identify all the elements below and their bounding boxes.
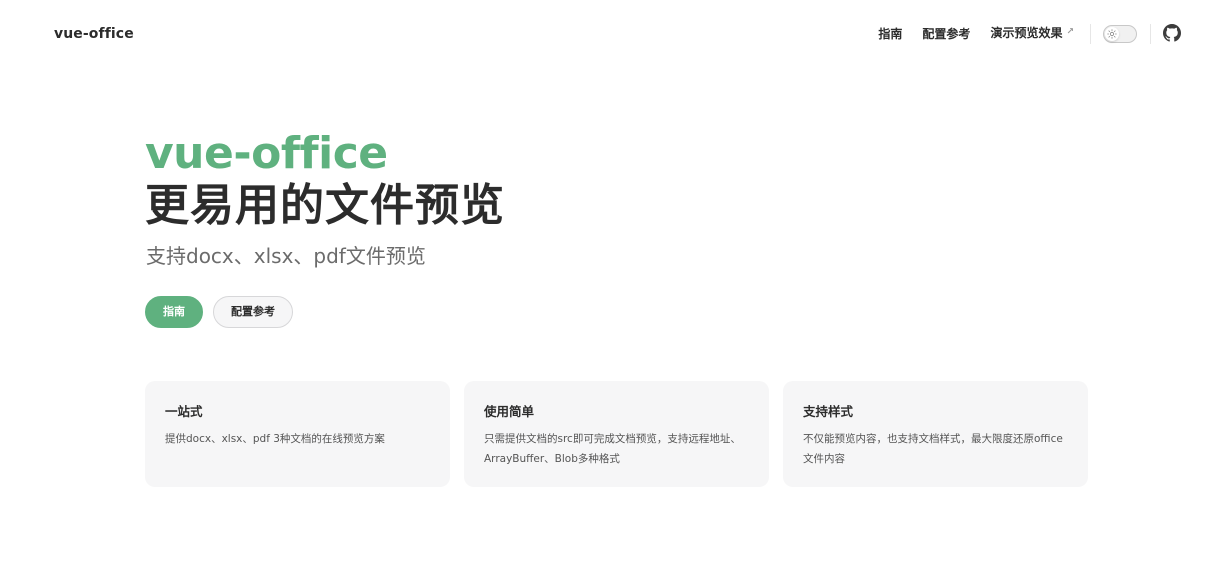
feature-title: 一站式 [165, 404, 203, 419]
github-icon[interactable] [1163, 24, 1181, 42]
hero-actions: 指南 配置参考 [145, 296, 293, 328]
hero-tagline: 支持docx、xlsx、pdf文件预览 [146, 244, 426, 268]
feature-card: 一站式 提供docx、xlsx、pdf 3种文档的在线预览方案 [145, 381, 450, 487]
features: 一站式 提供docx、xlsx、pdf 3种文档的在线预览方案 使用简单 只需提… [145, 381, 1088, 487]
feature-title: 使用简单 [484, 404, 535, 419]
feature-details: 不仅能预览内容，也支持文档样式，最大限度还原office文件内容 [803, 433, 1063, 465]
feature-details: 只需提供文档的src即可完成文档预览，支持远程地址、ArrayBuffer、Bl… [484, 433, 741, 465]
home-page: vue-office 指南 配置参考 演示预览效果 ↗ vue-office 更… [0, 0, 1232, 584]
nav-divider [1090, 24, 1091, 44]
feature-details: 提供docx、xlsx、pdf 3种文档的在线预览方案 [165, 433, 385, 445]
nav-link-demo-label: 演示预览效果 [990, 26, 1063, 40]
feature-card: 使用简单 只需提供文档的src即可完成文档预览，支持远程地址、ArrayBuff… [464, 381, 769, 487]
nav-link-config[interactable]: 配置参考 [922, 24, 970, 44]
sun-icon [1107, 29, 1117, 39]
theme-toggle[interactable] [1103, 25, 1137, 43]
hero-text: 更易用的文件预览 [145, 180, 505, 231]
nav-divider [1150, 24, 1151, 44]
theme-toggle-knob [1105, 27, 1119, 41]
nav-link-guide[interactable]: 指南 [878, 24, 902, 44]
nav-links: 指南 配置参考 演示预览效果 ↗ [858, 24, 1074, 44]
config-reference-button[interactable]: 配置参考 [213, 296, 293, 328]
hero-name: vue-office [145, 128, 388, 179]
guide-button[interactable]: 指南 [145, 296, 203, 328]
external-link-icon: ↗ [1066, 27, 1074, 37]
nav-link-demo[interactable]: 演示预览效果 ↗ [990, 23, 1074, 45]
site-title[interactable]: vue-office [54, 24, 134, 44]
feature-title: 支持样式 [803, 404, 854, 419]
feature-card: 支持样式 不仅能预览内容，也支持文档样式，最大限度还原office文件内容 [783, 381, 1088, 487]
top-nav: vue-office 指南 配置参考 演示预览效果 ↗ [0, 0, 1232, 68]
